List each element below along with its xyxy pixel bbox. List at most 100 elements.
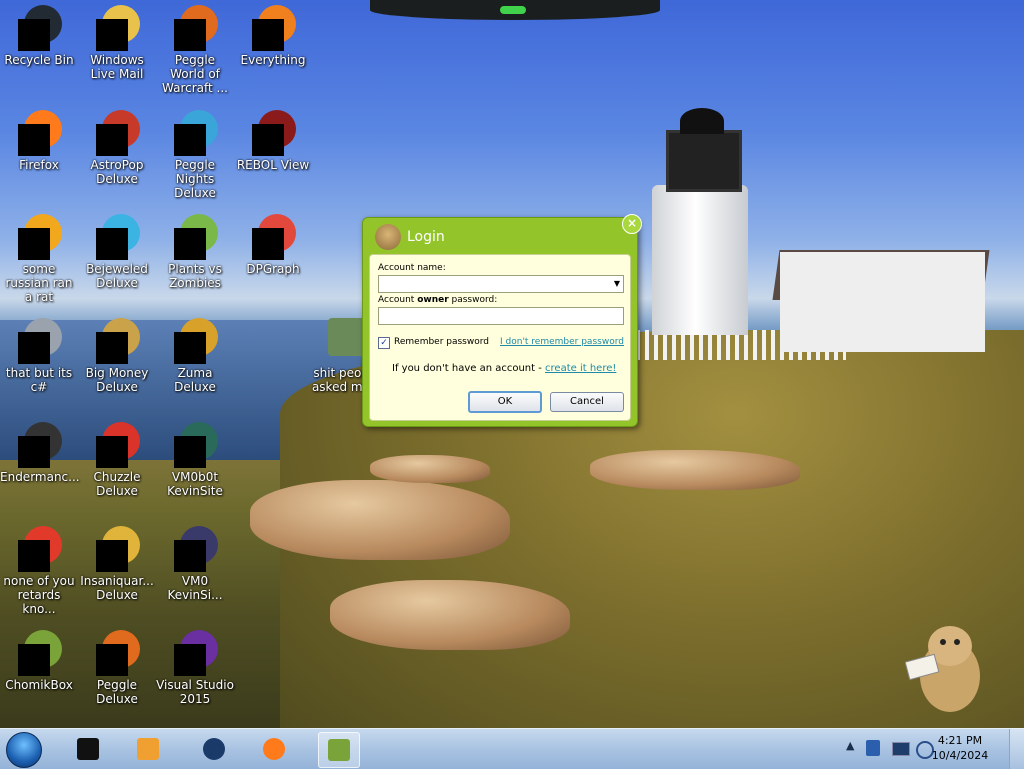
chomikbox-icon <box>328 739 350 761</box>
hamster-mascot-icon <box>905 626 980 712</box>
taskbar-item[interactable] <box>254 732 294 766</box>
desktop-icon[interactable]: Firefox <box>0 110 78 172</box>
show-hidden-icons-icon[interactable]: ▲ <box>846 739 854 752</box>
desktop-icon[interactable]: Bejeweled Deluxe <box>78 214 156 290</box>
firefox-icon <box>16 110 62 156</box>
desktop-icon[interactable]: Everything <box>234 5 312 67</box>
password-label-bold: owner <box>417 295 449 305</box>
desktop-icon[interactable]: Visual Studio 2015 <box>156 630 234 706</box>
peggle-wow-icon <box>172 5 218 51</box>
redaction-box <box>96 644 128 676</box>
remember-password-label: Remember password <box>394 337 489 347</box>
firefox-icon <box>263 738 285 760</box>
clock-date: 10/4/2024 <box>931 749 989 762</box>
vm-icon <box>172 526 218 572</box>
everything-icon <box>250 5 296 51</box>
desktop-icon-label: Bejeweled Deluxe <box>86 262 148 290</box>
account-name-combobox[interactable]: ▼ <box>378 275 624 293</box>
create-account-link[interactable]: create it here! <box>545 363 616 374</box>
desktop-icon[interactable]: Big Money Deluxe <box>78 318 156 394</box>
zuma-icon <box>172 318 218 364</box>
money-bag-icon <box>94 318 140 364</box>
network-icon[interactable] <box>892 742 910 756</box>
bejeweled-icon <box>94 214 140 260</box>
ok-button[interactable]: OK <box>468 391 542 413</box>
login-dialog: Login × Account name: ▼ Account owner pa… <box>362 214 642 427</box>
desktop-icon[interactable]: Plants vs Zombies <box>156 214 234 290</box>
taskbar-item[interactable] <box>194 732 234 766</box>
close-icon[interactable]: × <box>622 214 642 234</box>
desktop-icon[interactable]: DPGraph <box>234 214 312 276</box>
clock[interactable]: 4:21 PM 10/4/2024 <box>930 733 990 763</box>
desktop-icon[interactable]: ChomikBox <box>0 630 78 692</box>
taskbar-item[interactable] <box>318 732 360 768</box>
rebol-icon <box>250 110 296 156</box>
desktop-icon[interactable]: Recycle Bin <box>0 5 78 67</box>
desktop-icon[interactable]: Endermanc... <box>0 422 80 484</box>
desktop-icon[interactable]: Zuma Deluxe <box>156 318 234 394</box>
password-label: Account owner password: <box>378 295 497 305</box>
redaction-box <box>174 436 206 468</box>
folder-icon <box>320 318 366 364</box>
desktop-icon[interactable]: Peggle Nights Deluxe <box>156 110 234 200</box>
desktop-icon-label: DPGraph <box>246 262 300 276</box>
desktop-icon[interactable]: Peggle Deluxe <box>78 630 156 706</box>
desktop-icon[interactable]: some russian ran a rat <box>0 214 78 304</box>
desktop-icon-label: Plants vs Zombies <box>168 262 222 290</box>
desktop-icon[interactable]: REBOL View <box>234 110 312 172</box>
taskbar-item[interactable] <box>68 732 108 766</box>
redaction-box <box>96 332 128 364</box>
taskbar-item[interactable] <box>128 732 168 766</box>
pvz-icon <box>172 214 218 260</box>
start-button[interactable] <box>6 732 42 768</box>
desktop-icon-label: Everything <box>240 53 306 67</box>
redaction-box <box>96 228 128 260</box>
desktop-icon[interactable]: none of you retards kno... <box>0 526 78 616</box>
desktop-icon-label: REBOL View <box>236 158 310 172</box>
chuzzle-icon <box>94 422 140 468</box>
clock-time: 4:21 PM <box>937 734 983 747</box>
chomikbox-icon <box>16 630 62 676</box>
desktop-icon[interactable]: Chuzzle Deluxe <box>78 422 156 498</box>
redaction-box <box>174 19 206 51</box>
tray-app-icon[interactable] <box>866 740 880 756</box>
peggle-icon <box>94 630 140 676</box>
desktop-icon[interactable]: AstroPop Deluxe <box>78 110 156 186</box>
desktop-icon[interactable]: that but its c# <box>0 318 78 394</box>
redaction-box <box>174 644 206 676</box>
peggle-nights-icon <box>172 110 218 156</box>
redaction-box <box>18 644 50 676</box>
desktop-icon-label: VM0b0t KevinSite <box>167 470 223 498</box>
desktop-icon-label: Windows Live Mail <box>90 53 144 81</box>
remember-password-checkbox[interactable]: ✓ <box>378 337 390 349</box>
dialog-title: Login <box>407 229 445 245</box>
desktop-icon-label: VM0 KevinSi... <box>167 574 223 602</box>
password-input[interactable] <box>378 307 624 325</box>
show-desktop-button[interactable] <box>1009 729 1024 769</box>
desktop-icon-label: Chuzzle Deluxe <box>93 470 141 498</box>
desktop-icon[interactable]: VM0b0t KevinSite <box>156 422 234 498</box>
wallpaper-lighthouse-cap <box>680 108 724 134</box>
desktop-icon-label: Insaniquar... Deluxe <box>80 574 154 602</box>
desktop-icon[interactable]: Insaniquar... Deluxe <box>78 526 156 602</box>
redaction-box <box>18 436 50 468</box>
redaction-box <box>18 19 50 51</box>
redaction-box <box>18 124 50 156</box>
wallpaper-house <box>780 252 985 352</box>
wallpaper-rock <box>370 455 490 483</box>
visual-studio-icon <box>172 630 218 676</box>
desktop-wallpaper: Recycle Bin Firefox some russian ran a rat… <box>0 0 1024 728</box>
desktop-icon[interactable]: Windows Live Mail <box>78 5 156 81</box>
wallpaper-lighthouse-lantern <box>666 130 742 192</box>
cancel-button[interactable]: Cancel <box>550 392 624 412</box>
redaction-box <box>252 19 284 51</box>
desktop-icon-label: that but its c# <box>5 366 73 394</box>
top-gadget <box>370 0 660 20</box>
desktop-icon[interactable]: Peggle World of Warcraft ... <box>156 5 234 95</box>
redaction-box <box>18 332 50 364</box>
desktop-icon[interactable]: VM0 KevinSi... <box>156 526 234 602</box>
forgot-password-link[interactable]: I don't remember password <box>500 337 624 347</box>
desktop-icon-label: Big Money Deluxe <box>85 366 149 394</box>
no-account-text: If you don't have an account - create it… <box>392 363 616 374</box>
dropdown-arrow-icon[interactable]: ▼ <box>614 279 620 288</box>
